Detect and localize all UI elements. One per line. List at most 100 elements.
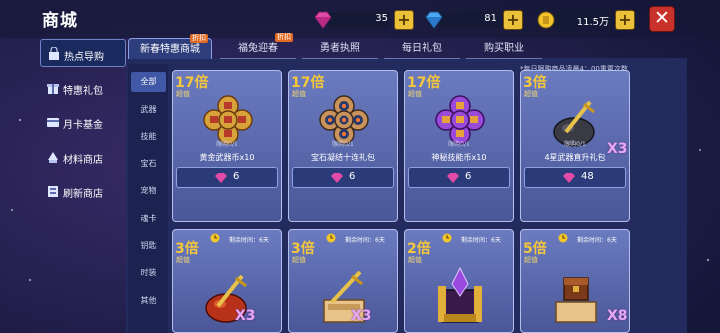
item-count: X8: [607, 308, 628, 324]
currency-value: 81: [484, 13, 497, 24]
pink-gem-icon: [314, 11, 332, 29]
currency-blue-diamond: 81 +: [425, 10, 523, 30]
category-soul-card[interactable]: 魂卡: [131, 209, 166, 229]
category-all[interactable]: 全部: [131, 72, 166, 92]
sidebar-item-hot[interactable]: 热点导购: [40, 39, 126, 67]
sidebar-item-label: 材料商店: [63, 155, 103, 166]
product-name: 4星武器直升礼包: [544, 153, 606, 162]
purple-crystal-throne-icon: [438, 266, 482, 323]
value-tag: 超值: [176, 90, 190, 98]
pink-gem-icon: [215, 173, 227, 183]
product-card[interactable]: 17倍 超值 限购0/1 神秘技能币x10 6: [404, 70, 514, 222]
sidebar-item-label: 特惠礼包: [63, 86, 103, 97]
tab-buy-class[interactable]: 购买职业: [466, 38, 542, 59]
remaining-time: 剩余时间：6天: [461, 237, 501, 244]
value-tag: 超值: [176, 256, 190, 264]
product-card[interactable]: 剩余时间：6天 5倍 超值 X8: [520, 229, 630, 333]
category-gem[interactable]: 宝石: [131, 154, 166, 174]
remaining-time: 剩余时间：6天: [229, 237, 269, 244]
purchase-limit: 限购0/1: [216, 141, 238, 148]
buy-button[interactable]: 6: [408, 167, 510, 188]
currency-value: 35: [375, 13, 388, 24]
item-count: X3: [351, 308, 372, 324]
sidebar-item-label: 刷新商店: [63, 189, 103, 200]
refresh-shop-icon: [48, 186, 58, 197]
value-tag: 超值: [292, 256, 306, 264]
category-skill[interactable]: 技能: [131, 127, 166, 147]
price: 6: [349, 171, 356, 182]
add-diamond-button[interactable]: +: [503, 10, 523, 30]
buy-button[interactable]: 6: [292, 167, 394, 188]
shop-bag-icon: [49, 47, 59, 60]
blue-diamond-icon: [425, 11, 443, 29]
value-tag: 超值: [524, 256, 538, 264]
product-card[interactable]: 剩余时间：6天 3倍 超值 X3: [288, 229, 398, 333]
add-pink-gem-button[interactable]: +: [394, 10, 414, 30]
currency-pink-gem: 35 +: [314, 10, 414, 30]
clock-icon: [210, 233, 220, 243]
product-card[interactable]: 剩余时间：6天 3倍 超值 X3: [172, 229, 282, 333]
tab-label: 福兔迎春: [238, 43, 278, 54]
currency-value: 11.5万: [576, 17, 609, 28]
pink-gem-icon: [447, 173, 459, 183]
price: 6: [233, 171, 240, 182]
sidebar-item-gift[interactable]: 特惠礼包: [40, 74, 126, 102]
value-tag: 超值: [408, 256, 422, 264]
category-costume[interactable]: 时装: [131, 263, 166, 283]
value-tag: 超值: [292, 90, 306, 98]
sidebar-item-label: 月卡基金: [63, 120, 103, 131]
close-icon: ✕: [654, 7, 670, 29]
sidebar-item-label: 热点导购: [64, 52, 104, 63]
price: 48: [581, 171, 594, 182]
remaining-time: 剩余时间：6天: [577, 237, 617, 244]
chest-pedestal-icon: [555, 277, 597, 323]
tab-label: 购买职业: [484, 43, 524, 54]
gift-box-icon: [47, 84, 59, 94]
tab-license[interactable]: 勇者执照: [302, 38, 378, 59]
add-gold-button[interactable]: +: [615, 10, 635, 30]
page-title: 商城: [42, 11, 78, 31]
clock-icon: [442, 233, 452, 243]
product-name: 神秘技能币x10: [431, 153, 487, 162]
item-count: X3: [235, 308, 256, 324]
clock-icon: [326, 233, 336, 243]
price: 6: [465, 171, 472, 182]
currency-gold-coin: 11.5万 +: [537, 10, 635, 30]
category-key[interactable]: 钥匙: [131, 236, 166, 256]
tab-label: 勇者执照: [320, 43, 360, 54]
tab-rabbit[interactable]: 福兔迎春 折扣: [220, 33, 296, 59]
product-card[interactable]: 剩余时间：6天 2倍 超值: [404, 229, 514, 333]
tab-daily[interactable]: 每日礼包: [384, 38, 460, 59]
value-tag: 超值: [408, 90, 422, 98]
category-other[interactable]: 其他: [131, 291, 166, 311]
product-name: 黄金武器币x10: [199, 153, 255, 162]
buy-button[interactable]: 48: [524, 167, 626, 188]
purchase-limit: 限购0/1: [564, 141, 586, 148]
tab-label: 新春特惠商城: [140, 44, 200, 55]
discount-badge: 折扣: [190, 34, 208, 43]
product-card[interactable]: 17倍 超值 限购0/1 黄金武器币x10 6: [172, 70, 282, 222]
material-icon: [48, 152, 58, 163]
sidebar-item-monthly[interactable]: 月卡基金: [40, 108, 126, 136]
product-card[interactable]: 3倍 超值 X3 限购0/1 4星武器直升礼包 48: [520, 70, 630, 222]
pink-gem-icon: [331, 173, 343, 183]
category-weapon[interactable]: 武器: [131, 100, 166, 120]
tab-label: 每日礼包: [402, 43, 442, 54]
discount-badge: 折扣: [275, 33, 293, 42]
pink-gem-icon: [563, 173, 575, 183]
purchase-limit: 限购0/1: [448, 141, 470, 148]
card-icon: [47, 118, 59, 127]
buy-button[interactable]: 6: [176, 167, 278, 188]
sidebar-item-refresh[interactable]: 刷新商店: [40, 177, 126, 205]
gold-coin-icon: [537, 11, 555, 29]
purchase-limit: 限购0/1: [332, 141, 354, 148]
product-card[interactable]: 17倍 超值 限购0/1 宝石凝结十连礼包 6: [288, 70, 398, 222]
clock-icon: [558, 233, 568, 243]
sidebar-item-material[interactable]: 材料商店: [40, 143, 126, 171]
tab-spring-sale[interactable]: 新春特惠商城 折扣: [128, 34, 212, 59]
close-button[interactable]: ✕: [649, 6, 675, 32]
product-name: 宝石凝结十连礼包: [311, 153, 375, 162]
remaining-time: 剩余时间：6天: [345, 237, 385, 244]
value-tag: 超值: [524, 90, 538, 98]
category-pet[interactable]: 宠物: [131, 181, 166, 201]
